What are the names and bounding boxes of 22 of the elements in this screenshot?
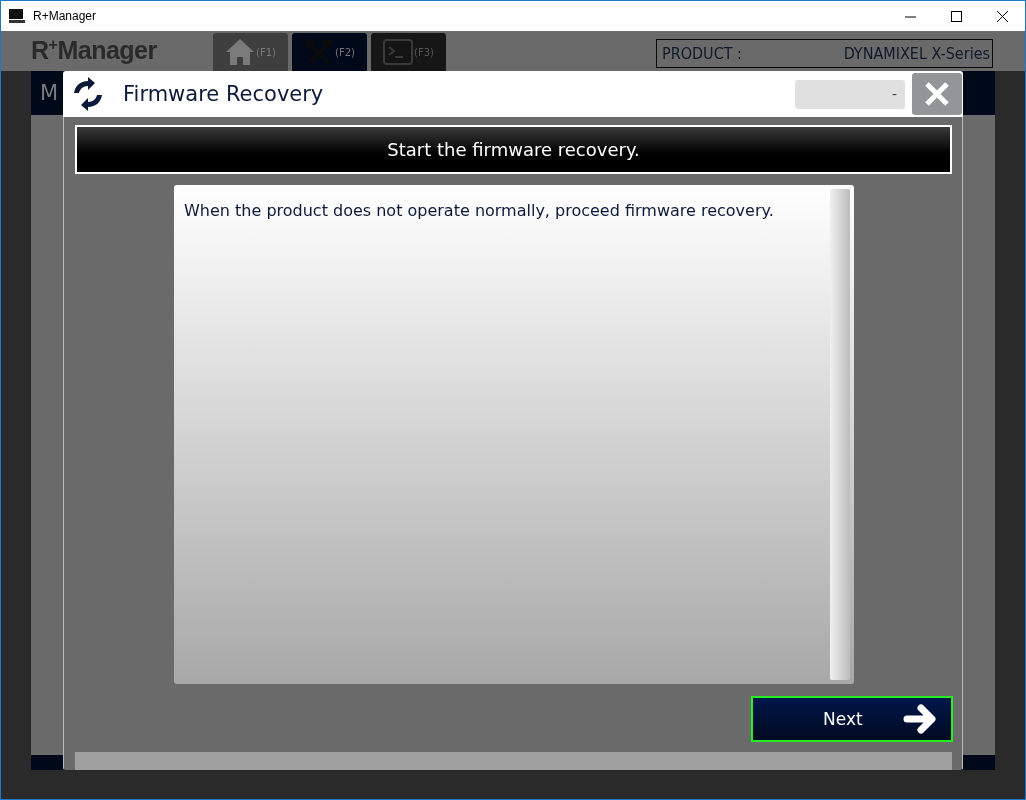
instruction-banner: Start the firmware recovery. [75,125,952,174]
home-icon [225,38,256,66]
status-field: - [795,79,905,109]
terminal-icon [383,39,414,65]
close-button[interactable] [912,73,962,115]
close-icon [996,10,1008,22]
close-icon [924,81,950,107]
toolbar-tab[interactable]: (F2) [292,33,367,71]
message-text: When the product does not operate normally, proceed firmware recovery. [183,200,775,222]
toolbar-tab[interactable]: (F3) [371,33,446,71]
app-icon [9,8,25,24]
toolbar-tab[interactable]: (F1) [213,33,288,71]
app-logo: R$^{+}$Manager [31,35,158,65]
maximize-icon [950,10,962,22]
window-title: R+Manager [33,9,98,23]
menu-text: M [40,81,59,105]
dialog-title: Firmware Recovery [123,82,325,106]
arrow-right-icon [902,702,937,736]
scrollbar[interactable] [830,189,850,680]
next-button[interactable]: Next [751,696,953,742]
product-value: DYNAMIXEL X-Series [843,44,990,63]
product-label: PRODUCT : [662,44,742,63]
